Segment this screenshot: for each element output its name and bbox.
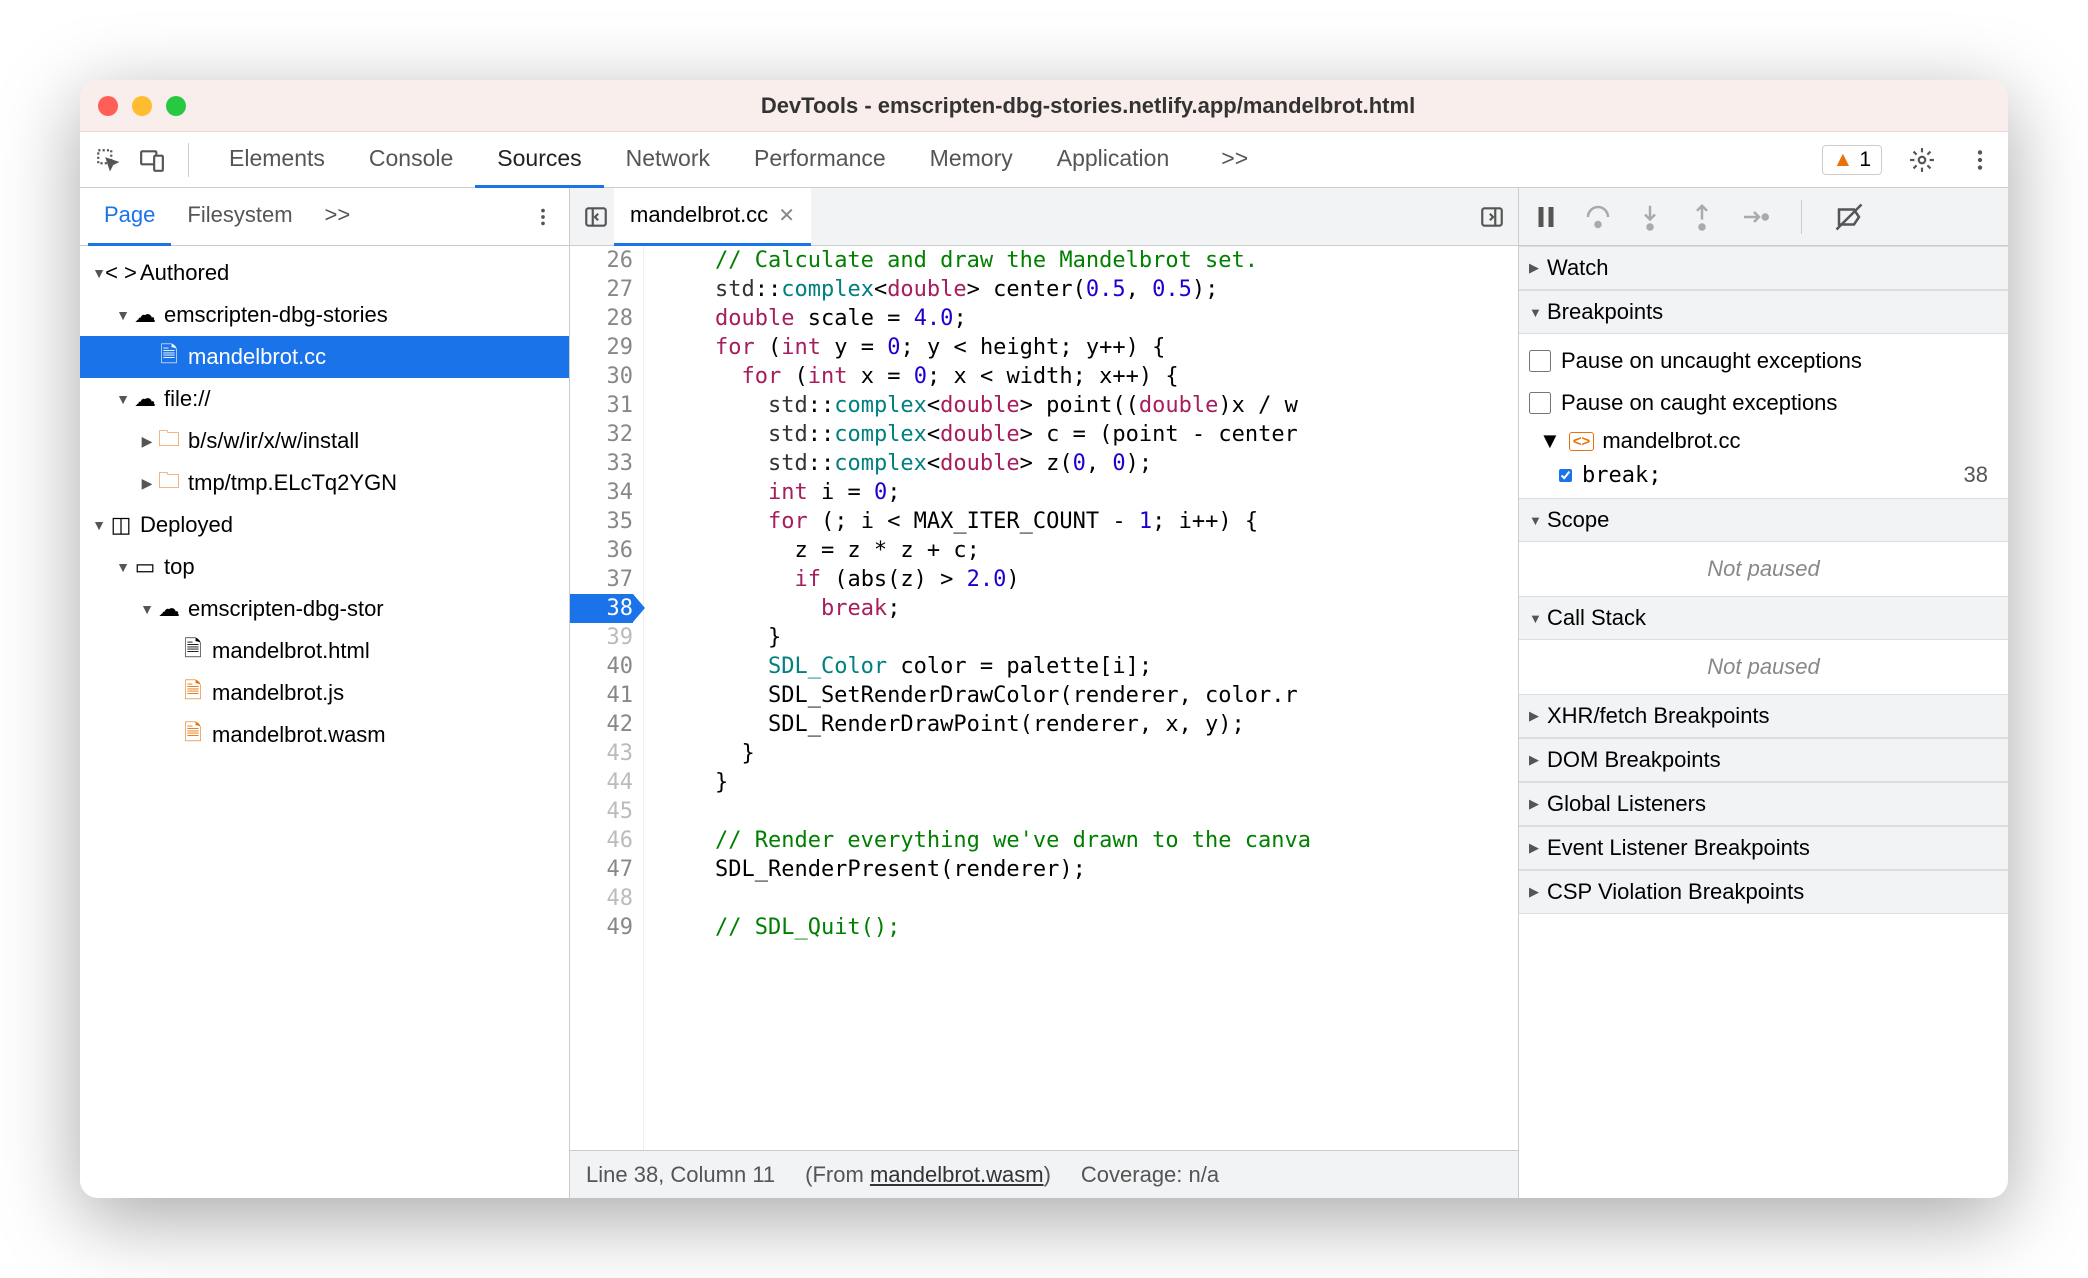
coverage-status: Coverage: n/a	[1081, 1162, 1219, 1188]
tree-file-wasm[interactable]: 🗎mandelbrot.wasm	[80, 714, 569, 756]
folder-icon: 🗀	[156, 464, 182, 502]
csp-breakpoints-section[interactable]: ▶CSP Violation Breakpoints	[1519, 870, 2008, 914]
folder-icon: 🗀	[156, 422, 182, 460]
cube-icon: ◫	[108, 512, 134, 538]
tab-console[interactable]: Console	[347, 132, 475, 188]
code-editor[interactable]: 2627282930313233343536373839404142434445…	[570, 246, 1518, 1150]
step-out-button[interactable]	[1687, 202, 1717, 232]
source-map-link[interactable]: mandelbrot.wasm	[870, 1162, 1044, 1187]
breakpoint-checkbox[interactable]	[1559, 469, 1572, 482]
event-listener-breakpoints-section[interactable]: ▶Event Listener Breakpoints	[1519, 826, 2008, 870]
cursor-position: Line 38, Column 11	[586, 1162, 775, 1188]
more-navigator-tabs[interactable]: >>	[309, 188, 367, 246]
tree-deployed[interactable]: ▼◫Deployed	[80, 504, 569, 546]
filesystem-tab[interactable]: Filesystem	[171, 188, 308, 246]
xhr-breakpoints-section[interactable]: ▶XHR/fetch Breakpoints	[1519, 694, 2008, 738]
file-icon: 🗎	[156, 338, 182, 376]
pause-uncaught-checkbox[interactable]	[1529, 350, 1551, 372]
toggle-navigator-icon[interactable]	[578, 199, 614, 235]
tab-memory[interactable]: Memory	[908, 132, 1035, 188]
file-icon: 🗎	[180, 632, 206, 670]
traffic-lights	[98, 96, 186, 116]
tree-domain-deployed[interactable]: ▼☁emscripten-dbg-stor	[80, 588, 569, 630]
cloud-icon: ☁	[132, 302, 158, 328]
inspect-element-icon[interactable]	[90, 142, 126, 178]
tree-file-mandelbrot-cc[interactable]: 🗎mandelbrot.cc	[80, 336, 569, 378]
main-toolbar: ElementsConsoleSourcesNetworkPerformance…	[80, 132, 2008, 188]
dom-breakpoints-section[interactable]: ▶DOM Breakpoints	[1519, 738, 2008, 782]
step-button[interactable]	[1739, 202, 1769, 232]
source-mapped-from: (From mandelbrot.wasm)	[805, 1162, 1051, 1188]
line-gutter[interactable]: 2627282930313233343536373839404142434445…	[570, 246, 644, 1150]
step-over-button[interactable]	[1583, 202, 1613, 232]
tree-folder-tmp[interactable]: ▶🗀tmp/tmp.ELcTq2YGN	[80, 462, 569, 504]
breakpoints-body: Pause on uncaught exceptions Pause on ca…	[1519, 334, 2008, 498]
window-titlebar: DevTools - emscripten-dbg-stories.netlif…	[80, 80, 2008, 132]
panel-tabs: ElementsConsoleSourcesNetworkPerformance…	[207, 132, 1191, 188]
cloud-icon: ☁	[156, 596, 182, 622]
navigator-more-button[interactable]	[525, 199, 561, 235]
warnings-badge[interactable]: ▲ 1	[1822, 145, 1882, 175]
warning-icon: ▲	[1833, 148, 1854, 172]
toolbar-separator	[188, 143, 189, 177]
breakpoints-section[interactable]: ▼Breakpoints	[1519, 290, 2008, 334]
code-content[interactable]: // Calculate and draw the Mandelbrot set…	[644, 246, 1518, 1150]
global-listeners-section[interactable]: ▶Global Listeners	[1519, 782, 2008, 826]
editor-statusbar: Line 38, Column 11 (From mandelbrot.wasm…	[570, 1150, 1518, 1198]
close-tab-icon[interactable]: ✕	[778, 203, 795, 228]
pause-caught-checkbox-row[interactable]: Pause on caught exceptions	[1529, 382, 1998, 424]
tab-application[interactable]: Application	[1035, 132, 1192, 188]
navigator-tabs: Page Filesystem >>	[80, 188, 569, 246]
pause-uncaught-checkbox-row[interactable]: Pause on uncaught exceptions	[1529, 340, 1998, 382]
deactivate-breakpoints-button[interactable]	[1834, 202, 1864, 232]
file-tree: ▼< >Authored ▼☁emscripten-dbg-stories 🗎m…	[80, 246, 569, 1198]
scope-section[interactable]: ▼Scope	[1519, 498, 2008, 542]
pause-caught-checkbox[interactable]	[1529, 392, 1551, 414]
tree-file-js[interactable]: 🗎mandelbrot.js	[80, 672, 569, 714]
pause-button[interactable]	[1531, 202, 1561, 232]
page-tab[interactable]: Page	[88, 188, 171, 246]
file-tab-label: mandelbrot.cc	[630, 202, 768, 228]
file-icon: 🗎	[180, 674, 206, 712]
watch-section[interactable]: ▶Watch	[1519, 246, 2008, 290]
callstack-not-paused: Not paused	[1519, 640, 2008, 694]
debugger-toolbar	[1519, 188, 2008, 246]
tree-domain[interactable]: ▼☁emscripten-dbg-stories	[80, 294, 569, 336]
source-badge-icon: <>	[1569, 432, 1595, 451]
tab-network[interactable]: Network	[604, 132, 732, 188]
tree-file-html[interactable]: 🗎mandelbrot.html	[80, 630, 569, 672]
file-tab-mandelbrot-cc[interactable]: mandelbrot.cc ✕	[614, 188, 811, 246]
more-menu-button[interactable]	[1962, 142, 1998, 178]
warning-count: 1	[1859, 148, 1871, 172]
debugger-panel: ▶Watch ▼Breakpoints Pause on uncaught ex…	[1518, 188, 2008, 1198]
minimize-window-button[interactable]	[132, 96, 152, 116]
scope-not-paused: Not paused	[1519, 542, 2008, 596]
breakpoint-file[interactable]: ▼<>mandelbrot.cc	[1529, 424, 1998, 458]
tree-top[interactable]: ▼▭top	[80, 546, 569, 588]
file-icon: 🗎	[180, 716, 206, 754]
tree-authored[interactable]: ▼< >Authored	[80, 252, 569, 294]
settings-button[interactable]	[1904, 142, 1940, 178]
tab-elements[interactable]: Elements	[207, 132, 347, 188]
editor-panel: mandelbrot.cc ✕ 262728293031323334353637…	[570, 188, 1518, 1198]
callstack-section[interactable]: ▼Call Stack	[1519, 596, 2008, 640]
breakpoint-entry[interactable]: break;38	[1529, 458, 1998, 492]
tree-file-scheme[interactable]: ▼☁file://	[80, 378, 569, 420]
cloud-icon: ☁	[132, 386, 158, 412]
window-title: DevTools - emscripten-dbg-stories.netlif…	[186, 93, 1990, 119]
code-icon: < >	[108, 260, 134, 286]
navigator-panel: Page Filesystem >> ▼< >Authored ▼☁emscri…	[80, 188, 570, 1198]
close-window-button[interactable]	[98, 96, 118, 116]
tab-performance[interactable]: Performance	[732, 132, 908, 188]
step-into-button[interactable]	[1635, 202, 1665, 232]
editor-tabs: mandelbrot.cc ✕	[570, 188, 1518, 246]
tab-sources[interactable]: Sources	[475, 132, 603, 188]
more-tabs-button[interactable]: >>	[1199, 132, 1270, 188]
tree-folder-install[interactable]: ▶🗀b/s/w/ir/x/w/install	[80, 420, 569, 462]
toggle-debugger-icon[interactable]	[1474, 199, 1510, 235]
frame-icon: ▭	[132, 554, 158, 580]
maximize-window-button[interactable]	[166, 96, 186, 116]
device-toggle-icon[interactable]	[134, 142, 170, 178]
